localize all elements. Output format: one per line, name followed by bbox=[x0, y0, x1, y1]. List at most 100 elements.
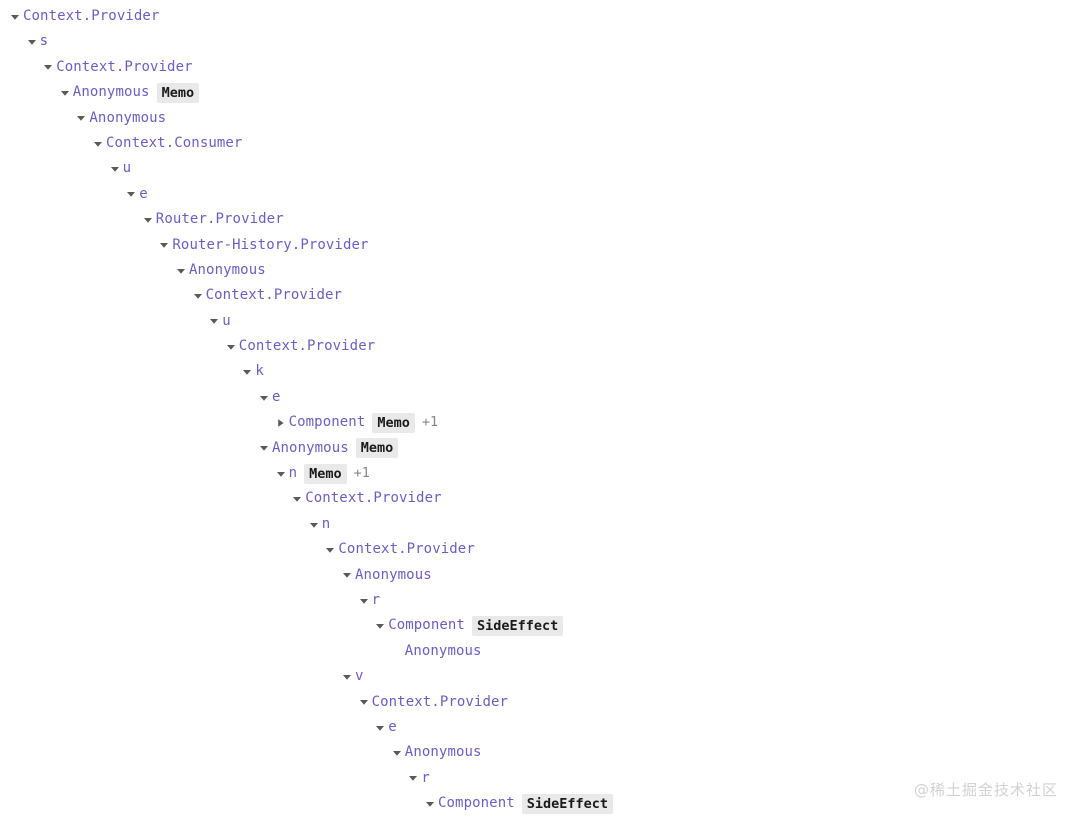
tree-row[interactable]: e bbox=[0, 385, 1080, 410]
chevron-down-icon[interactable] bbox=[191, 283, 205, 308]
tree-row[interactable]: Context.Provider bbox=[0, 283, 1080, 308]
tree-row[interactable]: r bbox=[0, 588, 1080, 613]
chevron-down-icon[interactable] bbox=[58, 80, 72, 105]
tree-row-label: e bbox=[139, 182, 148, 207]
chevron-down-icon[interactable] bbox=[423, 791, 437, 816]
chevron-down-icon[interactable] bbox=[91, 131, 105, 156]
chevron-down-icon[interactable] bbox=[174, 258, 188, 283]
tree-row-label: Router.Provider bbox=[156, 207, 284, 232]
chevron-down-icon[interactable] bbox=[373, 613, 387, 638]
chevron-down-icon[interactable] bbox=[108, 156, 122, 181]
tree-row-badge: Memo bbox=[372, 413, 415, 433]
tree-row-label: Component bbox=[289, 410, 366, 435]
chevron-down-icon[interactable] bbox=[257, 436, 271, 461]
tree-row-label: Anonymous bbox=[355, 563, 432, 588]
chevron-down-icon[interactable] bbox=[373, 715, 387, 740]
chevron-down-icon[interactable] bbox=[207, 309, 221, 334]
chevron-down-icon[interactable] bbox=[340, 563, 354, 588]
tree-row-label: v bbox=[355, 664, 364, 689]
tree-row-label: Context.Provider bbox=[206, 283, 342, 308]
tree-row-badge: SideEffect bbox=[472, 616, 563, 636]
tree-row[interactable]: AnonymousMemo bbox=[0, 436, 1080, 461]
tree-row[interactable]: Anonymous Memo bbox=[0, 80, 1080, 105]
tree-row[interactable]: Context.Provider bbox=[0, 4, 1080, 29]
tree-row-label: Context.Provider bbox=[305, 486, 441, 511]
chevron-down-icon[interactable] bbox=[406, 766, 420, 791]
tree-row-label: Component bbox=[438, 791, 515, 816]
chevron-down-icon[interactable] bbox=[323, 537, 337, 562]
tree-row[interactable]: Anonymous bbox=[0, 258, 1080, 283]
tree-row-label: Context.Provider bbox=[23, 4, 159, 29]
chevron-down-icon[interactable] bbox=[8, 4, 22, 29]
tree-row-label: Anonymous bbox=[89, 106, 166, 131]
chevron-down-icon[interactable] bbox=[240, 359, 254, 384]
chevron-down-icon[interactable] bbox=[307, 512, 321, 537]
tree-row-label: Context.Provider bbox=[338, 537, 474, 562]
tree-row-label: Anonymous bbox=[272, 436, 349, 461]
tree-row[interactable]: u bbox=[0, 309, 1080, 334]
tree-row-badge: SideEffect bbox=[522, 794, 613, 814]
tree-row-extra-count: +1 bbox=[354, 461, 370, 486]
tree-row[interactable]: v bbox=[0, 664, 1080, 689]
tree-row-label: Context.Consumer bbox=[106, 131, 242, 156]
tree-row[interactable]: Router.Provider bbox=[0, 207, 1080, 232]
chevron-down-icon[interactable] bbox=[274, 461, 288, 486]
tree-row[interactable]: e bbox=[0, 715, 1080, 740]
chevron-down-icon[interactable] bbox=[290, 486, 304, 511]
tree-row-label: k bbox=[255, 359, 264, 384]
tree-row[interactable]: s bbox=[0, 29, 1080, 54]
chevron-down-icon[interactable] bbox=[25, 29, 39, 54]
tree-row[interactable]: k bbox=[0, 359, 1080, 384]
chevron-down-icon[interactable] bbox=[157, 233, 171, 258]
tree-row-label: Anonymous bbox=[405, 740, 482, 765]
chevron-down-icon[interactable] bbox=[41, 55, 55, 80]
chevron-down-icon[interactable] bbox=[124, 182, 138, 207]
chevron-down-icon[interactable] bbox=[357, 588, 371, 613]
tree-row-label: Component bbox=[388, 613, 465, 638]
chevron-down-icon[interactable] bbox=[224, 334, 238, 359]
tree-row-label: s bbox=[40, 29, 49, 54]
tree-row[interactable]: n Memo +1 bbox=[0, 461, 1080, 486]
component-tree-panel: Context.ProvidersContext.ProviderAnonymo… bbox=[0, 0, 1080, 812]
tree-row[interactable]: Context.Provider bbox=[0, 690, 1080, 715]
tree-row-badge: Memo bbox=[304, 464, 347, 484]
tree-row-label: e bbox=[388, 715, 397, 740]
chevron-down-icon[interactable] bbox=[257, 385, 271, 410]
tree-row-label: Anonymous bbox=[73, 80, 150, 105]
tree-row[interactable]: Component Memo +1 bbox=[0, 410, 1080, 435]
tree-row-label: u bbox=[123, 156, 132, 181]
tree-row-label: u bbox=[222, 309, 231, 334]
tree-row-label: Router-History.Provider bbox=[172, 233, 368, 258]
tree-row-label: Context.Provider bbox=[56, 55, 192, 80]
tree-row-extra-count: +1 bbox=[422, 410, 438, 435]
tree-row-label: r bbox=[421, 766, 430, 791]
tree-row[interactable]: u bbox=[0, 156, 1080, 181]
tree-row[interactable]: Context.Provider bbox=[0, 334, 1080, 359]
tree-row[interactable]: Anonymous bbox=[0, 106, 1080, 131]
chevron-down-icon[interactable] bbox=[390, 740, 404, 765]
tree-row-badge: Memo bbox=[157, 83, 200, 103]
tree-row[interactable]: Anonymous bbox=[0, 639, 1080, 664]
chevron-right-icon[interactable] bbox=[274, 410, 288, 435]
tree-row[interactable]: Component SideEffect bbox=[0, 613, 1080, 638]
tree-row[interactable]: e bbox=[0, 182, 1080, 207]
tree-row[interactable]: Context.Provider bbox=[0, 537, 1080, 562]
tree-row-label: r bbox=[372, 588, 381, 613]
chevron-down-icon[interactable] bbox=[340, 664, 354, 689]
tree-row[interactable]: Anonymous bbox=[0, 563, 1080, 588]
tree-row[interactable]: Context.Provider bbox=[0, 55, 1080, 80]
tree-row-label: e bbox=[272, 385, 281, 410]
tree-row-label: Anonymous bbox=[405, 639, 482, 664]
tree-row[interactable]: n bbox=[0, 512, 1080, 537]
tree-row-arrow-placeholder bbox=[390, 639, 404, 664]
chevron-down-icon[interactable] bbox=[74, 106, 88, 131]
tree-row[interactable]: Router-History.Provider bbox=[0, 233, 1080, 258]
chevron-down-icon[interactable] bbox=[141, 207, 155, 232]
tree-row[interactable]: Anonymous bbox=[0, 740, 1080, 765]
tree-row[interactable]: Context.Provider bbox=[0, 486, 1080, 511]
tree-row-label: n bbox=[289, 461, 298, 486]
tree-row[interactable]: Context.Consumer bbox=[0, 131, 1080, 156]
tree-row-label: n bbox=[322, 512, 331, 537]
chevron-down-icon[interactable] bbox=[357, 690, 371, 715]
tree-row-label: Context.Provider bbox=[372, 690, 508, 715]
